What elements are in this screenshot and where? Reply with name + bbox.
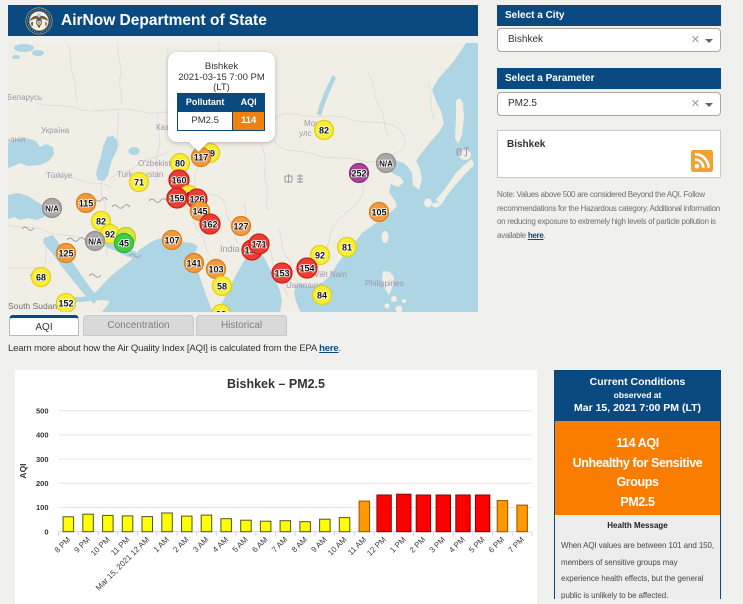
svg-text:3 PM: 3 PM [428, 535, 448, 555]
svg-text:8 PM: 8 PM [53, 535, 73, 555]
svg-text:252: 252 [351, 168, 366, 178]
svg-text:1 AM: 1 AM [152, 535, 171, 554]
svg-text:N/A: N/A [88, 237, 102, 246]
svg-text:1 PM: 1 PM [388, 535, 408, 555]
svg-text:2 PM: 2 PM [408, 535, 428, 555]
svg-text:71: 71 [134, 177, 144, 187]
svg-text:3 AM: 3 AM [191, 535, 210, 554]
svg-text:Türkiye: Türkiye [46, 171, 73, 180]
svg-text:115: 115 [79, 198, 94, 208]
svg-text:103: 103 [208, 264, 223, 274]
svg-text:160: 160 [171, 175, 186, 185]
svg-text:98: 98 [216, 309, 226, 312]
svg-text:South Sudan: South Sudan [8, 301, 57, 311]
svg-text:162: 162 [202, 219, 217, 229]
svg-text:5 AM: 5 AM [231, 535, 250, 554]
svg-text:82: 82 [319, 125, 329, 135]
svg-text:81: 81 [342, 242, 352, 252]
svg-text:125: 125 [58, 248, 73, 258]
svg-text:171: 171 [251, 239, 266, 249]
svg-text:127: 127 [233, 221, 248, 231]
svg-text:152: 152 [58, 298, 73, 308]
svg-text:12 PM: 12 PM [365, 535, 388, 558]
svg-text:Viêt Nam: Viêt Nam [314, 270, 347, 279]
svg-text:100: 100 [36, 503, 49, 512]
svg-text:4 AM: 4 AM [211, 535, 230, 554]
svg-text:AQI: AQI [18, 463, 28, 478]
svg-text:159: 159 [169, 193, 184, 203]
svg-text:0: 0 [44, 527, 48, 536]
svg-text:154: 154 [299, 263, 314, 273]
svg-text:10 PM: 10 PM [89, 535, 112, 558]
svg-text:10 AM: 10 AM [326, 535, 349, 558]
svg-text:7 AM: 7 AM [270, 535, 289, 554]
svg-text:Україна: Україна [41, 126, 70, 135]
svg-text:300: 300 [36, 455, 49, 464]
svg-text:ıstan: ıstan [146, 170, 163, 179]
svg-text:N/A: N/A [45, 204, 59, 213]
svg-text:153: 153 [274, 268, 289, 278]
svg-text:11 AM: 11 AM [346, 535, 368, 557]
svg-text:58: 58 [217, 281, 227, 291]
svg-text:6 AM: 6 AM [250, 535, 269, 554]
svg-text:Philippines: Philippines [365, 279, 404, 288]
svg-text:141: 141 [186, 258, 201, 268]
svg-text:N/A: N/A [379, 159, 393, 168]
svg-text:7 PM: 7 PM [506, 535, 526, 555]
svg-text:2 AM: 2 AM [171, 535, 190, 554]
svg-text:400: 400 [36, 431, 49, 440]
svg-text:105: 105 [371, 207, 386, 217]
svg-text:8 AM: 8 AM [290, 535, 309, 554]
svg-text:80: 80 [175, 158, 185, 168]
svg-text:5 PM: 5 PM [467, 535, 487, 555]
svg-text:45: 45 [119, 238, 129, 248]
svg-text:200: 200 [36, 479, 49, 488]
svg-text:500: 500 [36, 406, 49, 415]
svg-text:117: 117 [194, 152, 209, 162]
svg-text:India: India [220, 244, 240, 254]
svg-text:улс: улс [299, 129, 312, 138]
svg-text:82: 82 [96, 216, 106, 226]
svg-text:ьанія: ьанія [8, 135, 25, 144]
svg-text:68: 68 [36, 272, 46, 282]
svg-text:84: 84 [317, 290, 327, 300]
svg-text:107: 107 [164, 235, 179, 245]
svg-text:92: 92 [105, 229, 115, 239]
svg-text:92: 92 [315, 250, 325, 260]
svg-text:4 PM: 4 PM [447, 535, 467, 555]
svg-text:6 PM: 6 PM [487, 535, 507, 555]
svg-text:Беларусь: Беларусь [8, 93, 42, 102]
